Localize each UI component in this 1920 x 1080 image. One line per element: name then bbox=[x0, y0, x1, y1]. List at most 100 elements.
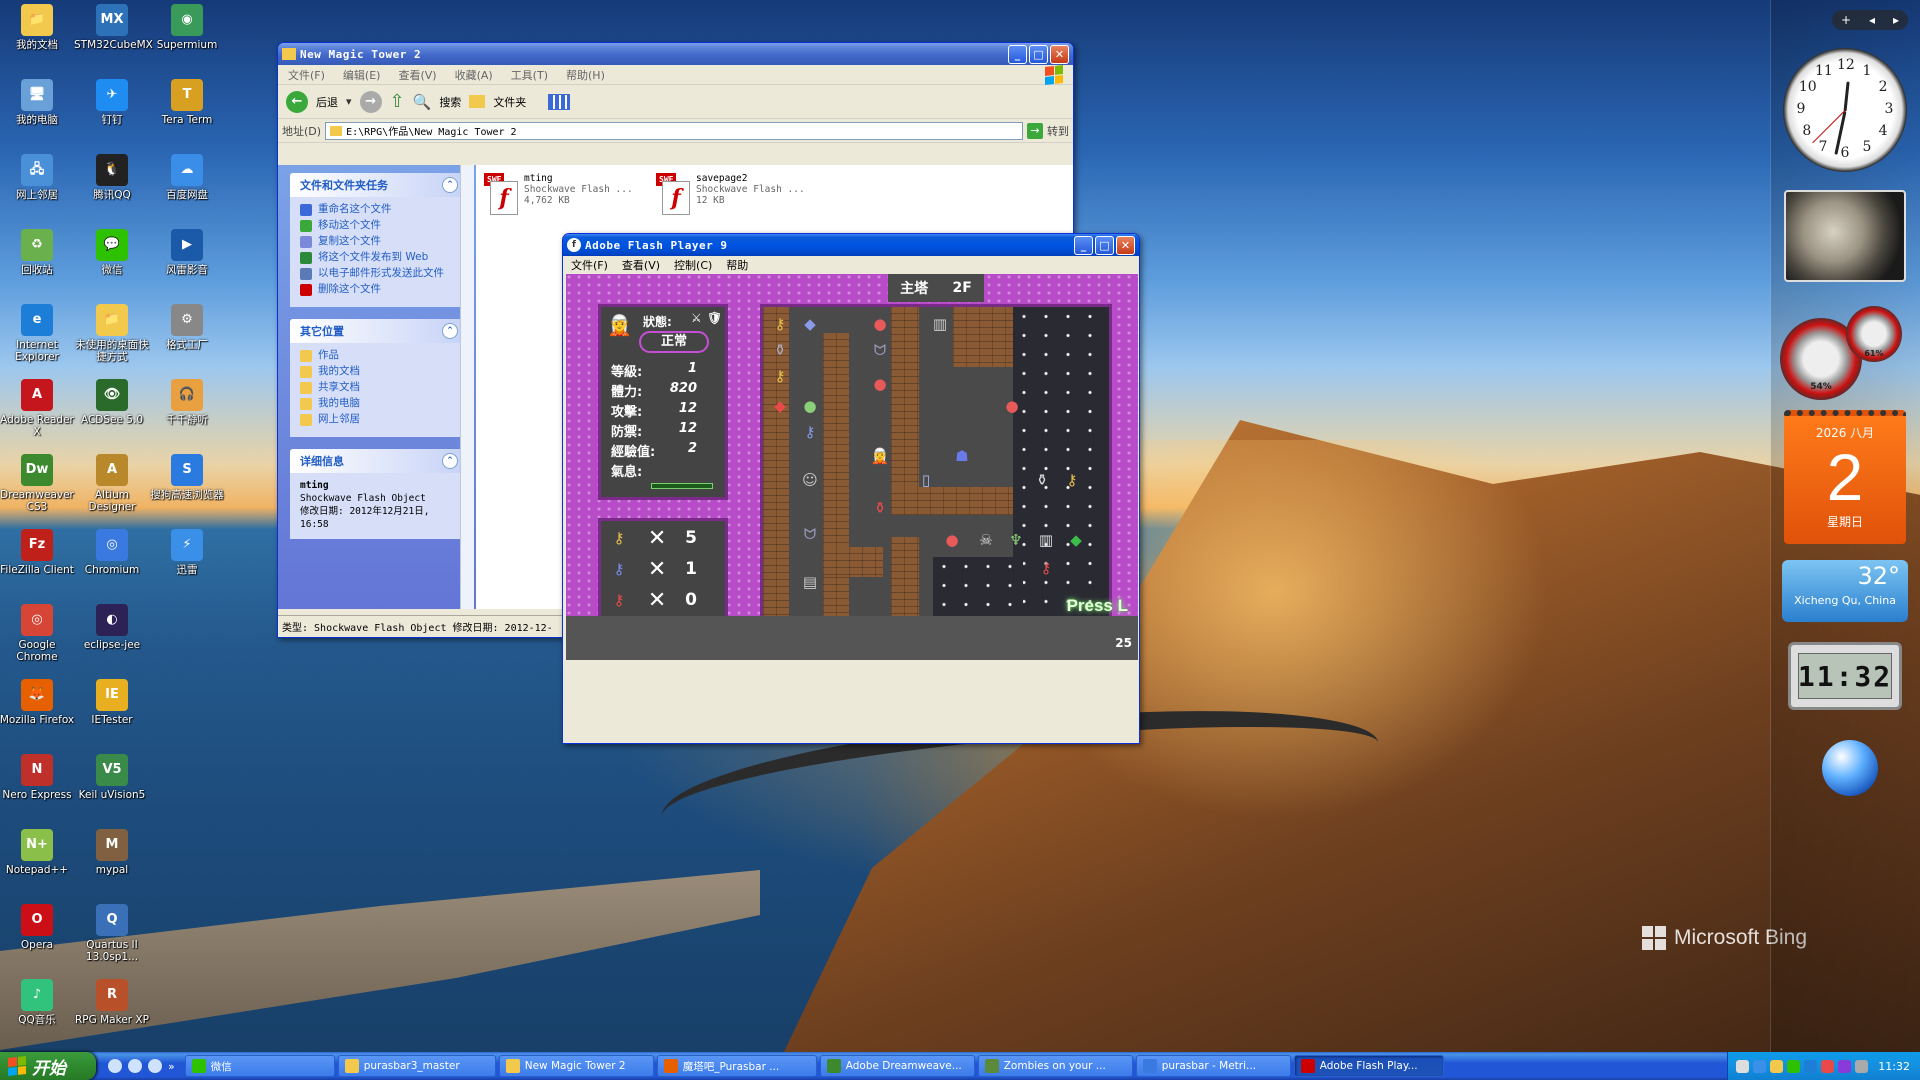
task-link[interactable]: 删除这个文件 bbox=[300, 283, 456, 296]
up-folder-icon[interactable]: ⇧ bbox=[390, 91, 405, 112]
wechat-tray-icon[interactable] bbox=[1787, 1059, 1801, 1073]
task-link[interactable]: 重命名这个文件 bbox=[300, 203, 456, 216]
collapse-chevron-icon[interactable]: ⌃ bbox=[442, 453, 458, 469]
weather-gadget[interactable]: 32° Xicheng Qu, China bbox=[1782, 560, 1908, 622]
desktop-icon[interactable]: 🦊 Mozilla Firefox bbox=[0, 677, 75, 726]
tower-map[interactable]: ⚷ ◆ ● ▥ ⚱ ᗢ ⚷ ● ◆ ● ● ⚷ 🧝 ☗ ☺ ▯ ⚱ ⚷ ⚱ ᗢ ● ☠ ♆ ▥ ◆ ⚷ ▤ bbox=[760, 304, 1112, 654]
search-button[interactable]: 搜索 bbox=[439, 94, 461, 110]
ie-quick-icon[interactable] bbox=[128, 1059, 142, 1073]
forward-arrow-icon[interactable]: → bbox=[359, 90, 382, 113]
taskbar-button[interactable]: New Magic Tower 2 bbox=[498, 1055, 654, 1077]
taskbar-button[interactable]: 魔塔吧_Purasbar ... bbox=[656, 1055, 817, 1077]
task-link[interactable]: 移动这个文件 bbox=[300, 219, 456, 232]
desktop-icon[interactable]: A Adobe Reader X bbox=[0, 377, 75, 438]
network-icon[interactable] bbox=[1753, 1059, 1767, 1073]
menu-item[interactable]: 文件(F) bbox=[288, 67, 325, 83]
task-link[interactable]: 以电子邮件形式发送此文件 bbox=[300, 267, 456, 280]
desktop-icon[interactable]: ♻ 回收站 bbox=[0, 227, 75, 276]
desktop-icon[interactable]: e Internet Explorer bbox=[0, 302, 75, 363]
desktop-icon[interactable]: Dw Dreamweaver CS3 bbox=[0, 452, 75, 513]
cloud-tray-icon[interactable] bbox=[1804, 1059, 1818, 1073]
desktop-icon[interactable]: Mmypal bbox=[74, 827, 150, 876]
go-button[interactable]: 转到 bbox=[1047, 123, 1069, 139]
chevron-down-icon[interactable]: ▾ bbox=[346, 95, 352, 108]
search-icon[interactable]: 🔍 bbox=[413, 93, 432, 111]
memory-meter[interactable]: 61% bbox=[1846, 306, 1902, 362]
start-button[interactable]: 开始 bbox=[0, 1052, 96, 1080]
desktop-icon[interactable]: 🎧 千千静听 bbox=[149, 377, 225, 426]
moon-slideshow-gadget[interactable] bbox=[1784, 190, 1906, 282]
desktop-icon[interactable]: ☁ 百度网盘 bbox=[149, 152, 225, 201]
game-stage[interactable]: 主塔 2F 🧝 狀態: ⚔ 🛡 正常 等級: 1 體力: 820 攻擊: 12 防禦: 12 經驗… bbox=[566, 274, 1138, 660]
file-item[interactable]: SWF f mting Shockwave Flash ... 4,762 KB bbox=[484, 173, 633, 215]
tray-clock[interactable]: 11:32 bbox=[1878, 1060, 1910, 1073]
desktop-icon[interactable]: S 搜狗高速浏览器 bbox=[149, 452, 225, 501]
desktop-icon[interactable]: T Tera Term bbox=[149, 77, 225, 126]
desktop-icon[interactable]: ◐ eclipse-jee bbox=[74, 602, 150, 651]
flash-menu-item[interactable]: 文件(F) bbox=[571, 257, 608, 273]
keyboard-icon[interactable] bbox=[1736, 1059, 1750, 1073]
maximize-button[interactable]: □ bbox=[1095, 235, 1114, 255]
back-arrow-icon[interactable]: ← bbox=[286, 90, 308, 113]
desktop-icon[interactable]: 💬 微信 bbox=[74, 227, 150, 276]
flash-menu-item[interactable]: 帮助 bbox=[726, 257, 748, 273]
folders-icon[interactable] bbox=[469, 95, 486, 108]
chevron-right-icon[interactable]: » bbox=[168, 1060, 175, 1073]
desktop-icon[interactable]: ◎ Chromium bbox=[74, 527, 150, 576]
minimize-button[interactable]: _ bbox=[1008, 44, 1027, 64]
task-link[interactable]: 将这个文件发布到 Web bbox=[300, 251, 456, 264]
browser-quick-icon[interactable] bbox=[148, 1059, 162, 1073]
back-button[interactable]: 后退 bbox=[316, 94, 338, 110]
security-tray-icon[interactable] bbox=[1821, 1059, 1835, 1073]
folders-button[interactable]: 文件夹 bbox=[493, 94, 526, 110]
desktop-icon[interactable]: 🖧 网上邻居 bbox=[0, 152, 75, 201]
digital-clock-gadget[interactable]: 11:32 bbox=[1788, 642, 1902, 710]
flash-menu-item[interactable]: 控制(C) bbox=[674, 257, 712, 273]
desktop-icon[interactable]: 📁 我的文档 bbox=[0, 2, 75, 51]
flash-menu-item[interactable]: 查看(V) bbox=[622, 257, 660, 273]
volume-icon[interactable] bbox=[1855, 1059, 1869, 1073]
flash-titlebar[interactable]: f Adobe Flash Player 9 _ □ ✕ bbox=[563, 234, 1139, 256]
place-link[interactable]: 共享文档 bbox=[300, 381, 456, 394]
maximize-button[interactable]: □ bbox=[1029, 44, 1048, 64]
taskbar-button[interactable]: purasbar3_master bbox=[337, 1055, 496, 1077]
gadget-control-button[interactable]: ◂ bbox=[1869, 13, 1875, 27]
place-link[interactable]: 网上邻居 bbox=[300, 413, 456, 426]
taskbar-button[interactable]: purasbar - Metri... bbox=[1135, 1055, 1291, 1077]
desktop-icon[interactable]: ▶ 风雷影音 bbox=[149, 227, 225, 276]
taskbar-button[interactable]: Adobe Dreamweave... bbox=[819, 1055, 975, 1077]
crystal-orb-gadget[interactable] bbox=[1822, 740, 1878, 796]
explorer-titlebar[interactable]: New Magic Tower 2 _ □ ✕ bbox=[278, 43, 1073, 65]
place-link[interactable]: 作品 bbox=[300, 349, 456, 362]
onenote-tray-icon[interactable] bbox=[1838, 1059, 1852, 1073]
file-item[interactable]: SWF f savepage2 Shockwave Flash ... 12 KB bbox=[656, 173, 805, 215]
menu-item[interactable]: 编辑(E) bbox=[343, 67, 381, 83]
menu-item[interactable]: 收藏(A) bbox=[455, 67, 493, 83]
flash-player-window[interactable]: f Adobe Flash Player 9 _ □ ✕ 文件(F) 查看(V) 控… bbox=[562, 233, 1140, 744]
close-button[interactable]: ✕ bbox=[1116, 235, 1135, 255]
desktop-icon[interactable]: N+ Notepad++ bbox=[0, 827, 75, 876]
desktop-icon[interactable]: R RPG Maker XP bbox=[74, 977, 150, 1026]
desktop-icon[interactable]: ⚙ 格式工厂 bbox=[149, 302, 225, 351]
desktop-icon[interactable]: V5 Keil uVision5 bbox=[74, 752, 150, 801]
calendar-gadget[interactable]: 2026 八月 2 星期日 bbox=[1784, 410, 1906, 544]
desktop-icon[interactable]: ⚡ 迅雷 bbox=[149, 527, 225, 576]
desktop-icon[interactable]: Q Quartus II 13.0sp1... bbox=[74, 902, 150, 963]
details-header[interactable]: 详细信息 ⌃ bbox=[290, 449, 464, 473]
collapse-chevron-icon[interactable]: ⌃ bbox=[442, 177, 458, 193]
desktop-icon[interactable]: N Nero Express bbox=[0, 752, 75, 801]
desktop-icon[interactable]: 📁 未使用的桌面快捷方式 bbox=[74, 302, 150, 363]
qq-tray-icon[interactable] bbox=[1770, 1059, 1784, 1073]
desktop-icon[interactable]: 🖥 我的电脑 bbox=[0, 77, 75, 126]
other-places-header[interactable]: 其它位置 ⌃ bbox=[290, 319, 464, 343]
menu-item[interactable]: 查看(V) bbox=[398, 67, 436, 83]
taskbar-button[interactable]: 微信 bbox=[184, 1055, 335, 1077]
views-icon[interactable] bbox=[548, 93, 571, 110]
place-link[interactable]: 我的电脑 bbox=[300, 397, 456, 410]
desktop-icon[interactable]: ◎ Google Chrome bbox=[0, 602, 75, 663]
desktop-icon[interactable]: O Opera bbox=[0, 902, 75, 951]
sidebar-scrollbar[interactable] bbox=[460, 165, 474, 609]
show-desktop-icon[interactable] bbox=[108, 1059, 122, 1073]
go-arrow-icon[interactable]: → bbox=[1027, 122, 1043, 139]
task-link[interactable]: 复制这个文件 bbox=[300, 235, 456, 248]
